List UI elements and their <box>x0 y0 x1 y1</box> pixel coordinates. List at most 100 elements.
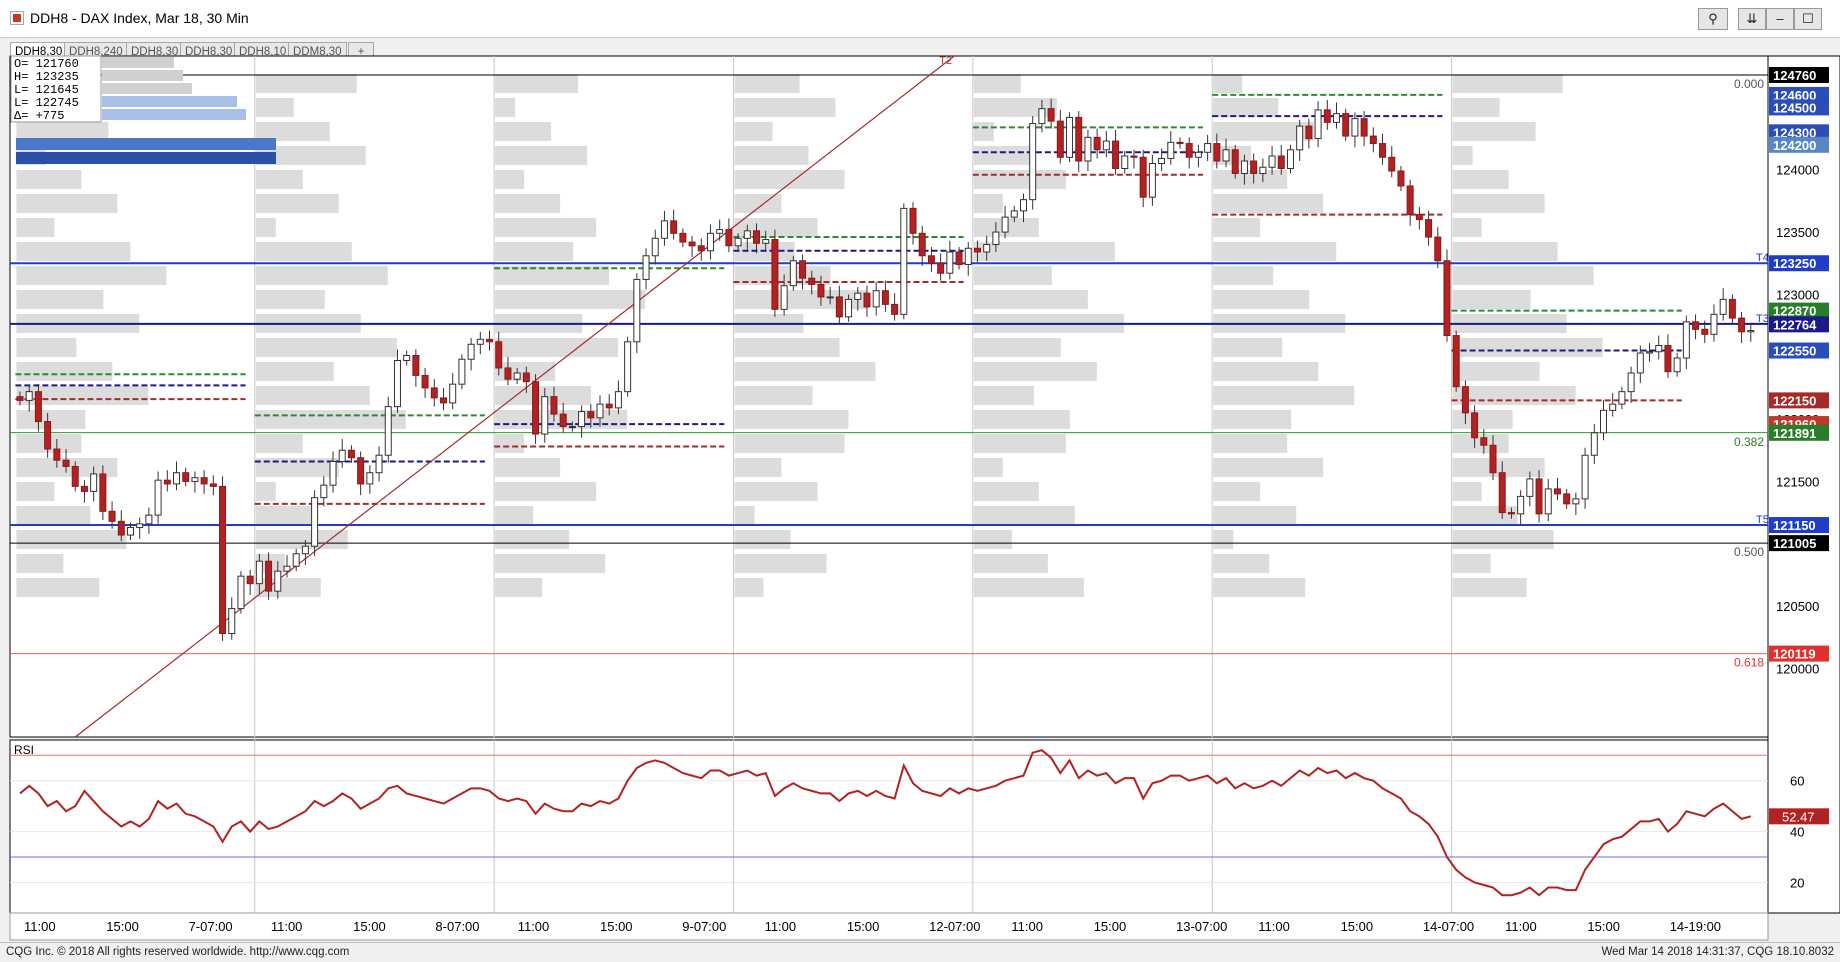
time-label: 11:00 <box>1258 919 1290 934</box>
candle-body <box>1369 135 1377 145</box>
vp-bar <box>495 74 579 93</box>
info-line: Δ= +775 <box>14 109 64 123</box>
vp-bar <box>1452 530 1554 549</box>
candle-body <box>1627 372 1635 393</box>
candle-body <box>16 396 24 401</box>
price-label: 123250 <box>1773 256 1816 271</box>
chart-canvas[interactable]: 1240001235001230001220001215001205001200… <box>0 0 1840 942</box>
candle-body <box>1222 149 1230 162</box>
candle-body <box>90 473 98 492</box>
time-label: 13-07:00 <box>1176 919 1227 934</box>
vp-bar <box>734 530 791 549</box>
time-label: 15:00 <box>1587 919 1620 934</box>
candle-body <box>964 247 972 265</box>
candle-body <box>1102 140 1110 151</box>
vp-bar <box>495 194 561 213</box>
time-label: 11:00 <box>518 919 550 934</box>
vp-bar <box>255 98 294 117</box>
time-label: 11:00 <box>1505 919 1537 934</box>
vp-bar <box>16 578 100 597</box>
vp-bar <box>1213 578 1306 597</box>
vp-bar <box>1452 386 1576 405</box>
candle-body <box>320 484 328 499</box>
vp-bar <box>1452 506 1518 525</box>
candle-body <box>495 341 503 369</box>
candle-body <box>1728 298 1736 319</box>
vp-bar <box>255 218 276 237</box>
candle-body <box>1397 170 1405 187</box>
vp-bar <box>734 146 809 165</box>
vp-bar <box>973 146 1030 165</box>
candle-body <box>651 237 659 257</box>
candle-body <box>596 403 604 419</box>
candle-body <box>1609 403 1617 411</box>
candle-body <box>817 283 825 298</box>
candle-body <box>34 391 42 423</box>
vp-bar <box>1452 74 1563 93</box>
candle-body <box>458 358 466 385</box>
candle-body <box>743 230 751 239</box>
candle-body <box>126 527 134 536</box>
candle-body <box>679 232 687 243</box>
vp-bar <box>495 122 552 141</box>
vp-bar <box>1213 194 1324 213</box>
candle-body <box>881 290 889 305</box>
vp-bar <box>1213 290 1310 309</box>
vp-bar <box>734 554 827 573</box>
price-label: 124500 <box>1773 100 1816 115</box>
candle-body <box>1535 478 1543 515</box>
vp-bar <box>973 362 1097 381</box>
vp-bar <box>495 98 516 117</box>
candle-body <box>476 338 484 345</box>
vp-bar <box>973 578 1084 597</box>
candle-body <box>200 477 208 485</box>
candle-body <box>145 514 153 525</box>
line-tag: T5 <box>1756 514 1769 526</box>
candle-body <box>439 397 447 404</box>
candle-body <box>1544 488 1552 515</box>
copyright-text: CQG Inc. © 2018 All rights reserved worl… <box>6 946 350 958</box>
candle-body <box>1268 155 1276 168</box>
candle-body <box>219 485 227 635</box>
fib-label: 0.382 <box>1734 435 1764 449</box>
vp-bar <box>734 338 840 357</box>
candle-body <box>578 411 586 428</box>
vp-bar <box>495 482 597 501</box>
candle-body <box>311 497 319 547</box>
candle-body <box>771 239 779 310</box>
fib-label: 0.500 <box>1734 545 1764 559</box>
candle-body <box>1130 155 1138 158</box>
vp-bar <box>255 410 406 429</box>
candle-body <box>1701 328 1709 335</box>
time-label: 14-07:00 <box>1423 919 1474 934</box>
candle-body <box>1461 386 1469 414</box>
vp-bar <box>1213 506 1297 525</box>
vp-bar <box>1213 554 1270 573</box>
candle-body <box>1692 321 1700 330</box>
candle-body <box>633 278 641 343</box>
candle-body <box>1526 478 1534 497</box>
vp-bar <box>255 506 312 525</box>
info-bar <box>102 57 174 68</box>
candle-body <box>1047 108 1055 122</box>
candle-body <box>136 523 144 529</box>
vp-bar <box>734 170 845 189</box>
vp-bar <box>255 362 334 381</box>
candle-body <box>1379 143 1387 158</box>
vp-bar <box>16 266 167 285</box>
candle-body <box>209 483 217 487</box>
candle-body <box>1443 260 1451 337</box>
candle-body <box>108 510 116 522</box>
candle-body <box>697 245 705 252</box>
candle-body <box>1084 136 1092 162</box>
price-label: 122764 <box>1773 317 1817 332</box>
price-tick: 120500 <box>1776 599 1819 614</box>
candle-body <box>1581 454 1589 500</box>
price-label: 124200 <box>1773 138 1816 153</box>
candle-body <box>1618 391 1626 405</box>
candle-body <box>762 239 770 244</box>
candle-body <box>292 553 300 567</box>
price-label: 120119 <box>1773 647 1816 662</box>
fib-label: 0.618 <box>1734 656 1764 670</box>
rsi-tick: 60 <box>1790 774 1804 789</box>
